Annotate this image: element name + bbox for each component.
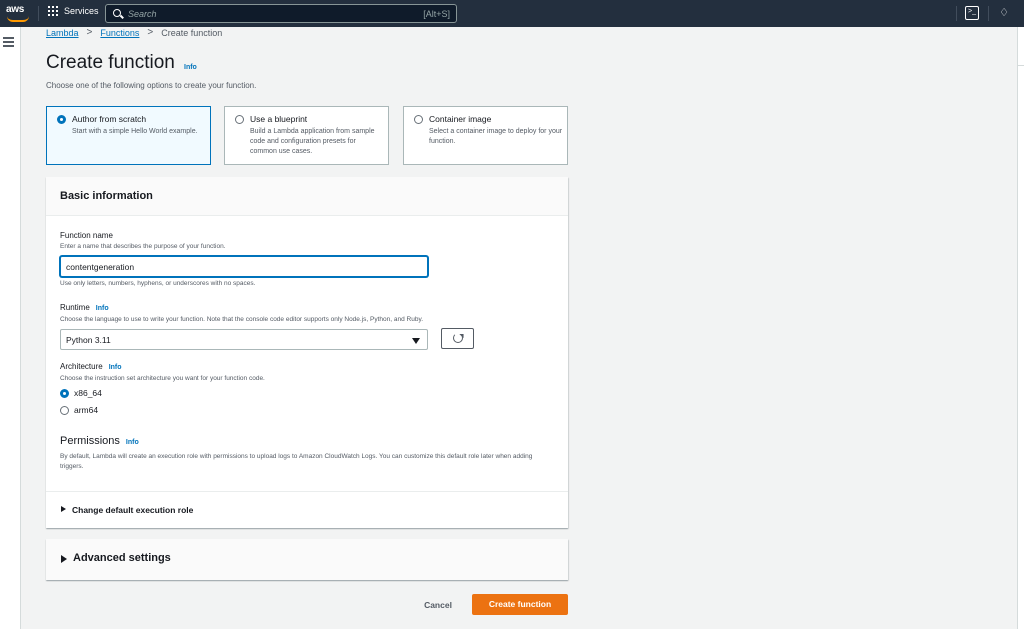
panel-divider xyxy=(46,491,568,492)
x86-64-label[interactable]: x86_64 xyxy=(74,388,102,398)
page-title: Create function xyxy=(46,52,175,73)
refresh-icon xyxy=(453,333,463,343)
radio-x86-64[interactable] xyxy=(60,389,69,398)
create-function-button[interactable]: Create function xyxy=(472,594,568,615)
architecture-description: Choose the instruction set architecture … xyxy=(60,375,265,382)
function-name-input[interactable] xyxy=(60,256,428,277)
runtime-select[interactable]: Python 3.11 xyxy=(60,329,428,350)
architecture-label-row: Architecture Info xyxy=(60,362,122,371)
right-utility-rail xyxy=(1017,27,1024,629)
radio-use-a-blueprint[interactable] xyxy=(235,115,244,124)
radio-arm64[interactable] xyxy=(60,406,69,415)
caret-right-icon xyxy=(61,555,67,563)
grid-icon xyxy=(48,6,58,16)
advanced-settings-label: Advanced settings xyxy=(73,552,171,564)
runtime-description: Choose the language to use to write your… xyxy=(60,316,424,323)
permissions-description: By default, Lambda will create an execut… xyxy=(60,453,533,470)
function-name-description: Enter a name that describes the purpose … xyxy=(60,243,226,250)
radio-container-image[interactable] xyxy=(414,115,423,124)
side-navigation-rail xyxy=(0,27,21,629)
aws-logo-text: aws xyxy=(6,4,25,15)
search-icon xyxy=(113,9,121,17)
topbar-divider xyxy=(956,6,957,21)
change-role-label: Change default execution role xyxy=(72,505,194,515)
function-name-hint: Use only letters, numbers, hyphens, or u… xyxy=(60,280,256,287)
runtime-label: Runtime xyxy=(60,303,90,312)
aws-logo[interactable]: aws xyxy=(6,4,32,24)
runtime-selected-value: Python 3.11 xyxy=(66,335,111,345)
option-description: Start with a simple Hello World example. xyxy=(72,128,198,135)
page-info-link[interactable]: Info xyxy=(184,64,197,71)
option-title: Author from scratch xyxy=(72,114,147,124)
architecture-info-link[interactable]: Info xyxy=(109,364,122,371)
notifications-bell-icon[interactable]: ♢ xyxy=(997,6,1011,20)
architecture-label: Architecture xyxy=(60,362,103,371)
chevron-right-icon: > xyxy=(86,27,93,38)
radio-author-from-scratch[interactable] xyxy=(57,115,66,124)
search-shortcut-hint: [Alt+S] xyxy=(423,9,450,19)
top-navigation-bar: aws Services Search [Alt+S] >_ ♢ xyxy=(0,0,1024,27)
panel-title: Basic information xyxy=(60,190,153,202)
option-title: Container image xyxy=(429,114,492,124)
option-container-image[interactable]: Container image Select a container image… xyxy=(403,106,568,165)
cloudshell-icon[interactable]: >_ xyxy=(965,6,979,20)
caret-right-icon xyxy=(61,506,66,512)
services-label: Services xyxy=(64,6,99,16)
advanced-settings-expander[interactable]: Advanced settings xyxy=(46,539,568,580)
option-author-from-scratch[interactable]: Author from scratch Start with a simple … xyxy=(46,106,211,165)
option-description: Build a Lambda application from sample c… xyxy=(250,128,375,155)
option-use-a-blueprint[interactable]: Use a blueprint Build a Lambda applicati… xyxy=(224,106,389,165)
function-name-label: Function name xyxy=(60,231,113,240)
permissions-title-row: Permissions Info xyxy=(60,435,139,447)
runtime-info-link[interactable]: Info xyxy=(96,305,109,312)
page-subtitle: Choose one of the following options to c… xyxy=(46,81,257,90)
breadcrumb-functions[interactable]: Functions xyxy=(100,28,139,38)
runtime-label-row: Runtime Info xyxy=(60,303,109,312)
search-placeholder: Search xyxy=(128,9,157,19)
topbar-divider xyxy=(988,6,989,21)
cancel-button[interactable]: Cancel xyxy=(414,596,462,614)
breadcrumb-lambda[interactable]: Lambda xyxy=(46,28,79,38)
panel-header: Basic information xyxy=(46,177,568,216)
breadcrumb: Lambda > Functions > Create function xyxy=(46,27,222,38)
breadcrumb-current: Create function xyxy=(161,27,223,38)
services-menu-button[interactable]: Services xyxy=(48,6,99,16)
chevron-right-icon: > xyxy=(147,27,154,38)
menu-toggle-icon[interactable] xyxy=(3,37,14,47)
arm64-label[interactable]: arm64 xyxy=(74,405,98,415)
permissions-title: Permissions xyxy=(60,435,120,447)
topbar-divider xyxy=(38,6,39,21)
permissions-info-link[interactable]: Info xyxy=(126,439,139,446)
search-input[interactable]: Search [Alt+S] xyxy=(105,4,457,23)
basic-information-panel: Basic information Function name Enter a … xyxy=(46,177,568,528)
option-description: Select a container image to deploy for y… xyxy=(429,128,563,145)
refresh-runtimes-button[interactable] xyxy=(441,328,474,349)
caret-down-icon xyxy=(412,338,420,344)
option-title: Use a blueprint xyxy=(250,114,308,124)
aws-logo-smile xyxy=(7,16,29,22)
